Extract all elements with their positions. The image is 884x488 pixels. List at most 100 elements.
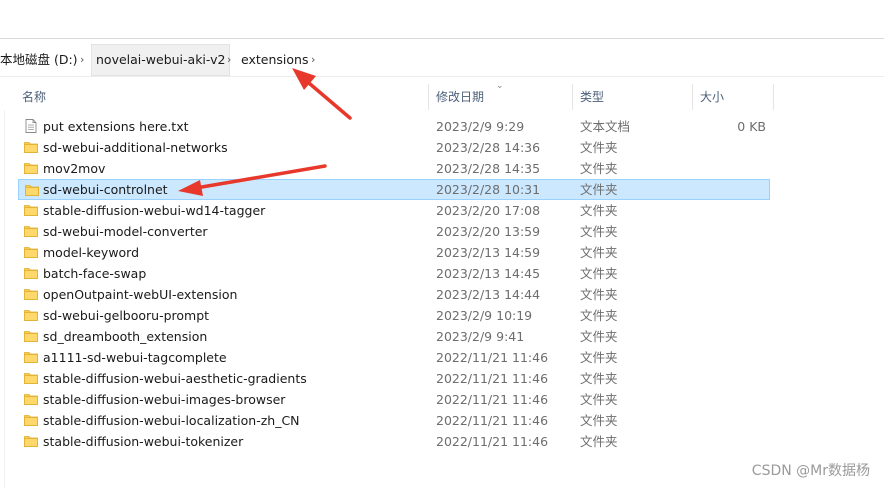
file-name[interactable]: a1111-sd-webui-tagcomplete [43,347,227,368]
window-top-border [0,38,884,39]
folder-icon [24,392,38,406]
file-modified-date: 2022/11/21 11:46 [436,434,549,449]
column-divider[interactable] [692,84,693,110]
column-header-modified[interactable]: 修改日期 [436,84,484,110]
file-modified-date: 2023/2/9 9:41 [436,329,525,344]
file-type: 文件夹 [580,308,618,323]
file-row[interactable]: stable-diffusion-webui-images-browser 202… [18,389,770,410]
file-modified-date: 2022/11/21 11:46 [436,392,549,407]
file-modified-date: 2023/2/9 9:29 [436,119,525,134]
file-size: 0 KB [737,119,766,134]
file-modified-date: 2022/11/21 11:46 [436,371,549,386]
breadcrumb-folder-novelai[interactable]: novelai-webui-aki-v2 [91,44,231,76]
file-modified-date: 2023/2/20 17:08 [436,203,541,218]
file-name[interactable]: stable-diffusion-webui-wd14-tagger [43,200,265,221]
file-name[interactable]: sd_dreambooth_extension [43,326,207,347]
file-name[interactable]: stable-diffusion-webui-localization-zh_C… [43,410,300,431]
file-type: 文件夹 [580,224,618,239]
file-row[interactable]: sd-webui-model-converter 2023/2/20 13:59 文… [18,221,770,242]
folder-icon [24,161,38,175]
folder-icon [24,140,38,154]
file-name[interactable]: mov2mov [43,158,105,179]
file-row[interactable]: sd_dreambooth_extension 2023/2/9 9:41 文件夹 [18,326,770,347]
folder-icon [24,308,38,322]
file-name[interactable]: sd-webui-gelbooru-prompt [43,305,209,326]
folder-icon [24,434,38,448]
address-bar[interactable]: 本地磁盘 (D:) › novelai-webui-aki-v2 › exten… [0,44,884,76]
file-row[interactable]: batch-face-swap 2023/2/13 14:45 文件夹 [18,263,770,284]
column-header-row: 名称 ⌄ 修改日期 类型 大小 [0,81,884,110]
breadcrumb-separator-icon[interactable]: › [80,44,84,76]
file-modified-date: 2023/2/13 14:59 [436,245,541,260]
folder-icon [25,183,39,197]
file-modified-date: 2023/2/13 14:44 [436,287,541,302]
file-type: 文件夹 [580,413,618,428]
file-name[interactable]: model-keyword [43,242,139,263]
file-row[interactable]: stable-diffusion-webui-wd14-tagger 2023/2… [18,200,770,221]
folder-icon [24,287,38,301]
file-type: 文件夹 [580,161,618,176]
sort-chevron-icon: ⌄ [496,81,504,91]
file-type: 文本文档 [580,119,631,134]
folder-icon [24,245,38,259]
file-modified-date: 2023/2/28 10:31 [436,182,541,197]
column-divider[interactable] [428,84,429,110]
column-header-name[interactable]: 名称 [22,84,46,110]
nav-pane-edge [4,110,5,488]
breadcrumb-folder-extensions[interactable]: extensions [241,44,308,76]
file-type: 文件夹 [580,140,618,155]
file-row[interactable]: stable-diffusion-webui-localization-zh_C… [18,410,770,431]
file-name[interactable]: stable-diffusion-webui-tokenizer [43,431,243,452]
address-bar-divider [0,76,884,77]
folder-icon [24,203,38,217]
file-row[interactable]: put extensions here.txt 2023/2/9 9:29 文本文档… [18,116,770,137]
file-row[interactable]: sd-webui-controlnet 2023/2/28 10:31 文件夹 [18,179,770,200]
file-name[interactable]: sd-webui-controlnet [43,179,168,200]
file-name[interactable]: sd-webui-additional-networks [43,137,228,158]
file-type: 文件夹 [580,392,618,407]
file-modified-date: 2023/2/28 14:35 [436,161,541,176]
folder-icon [24,266,38,280]
file-type: 文件夹 [580,350,618,365]
folder-icon [24,329,38,343]
file-row[interactable]: a1111-sd-webui-tagcomplete 2022/11/21 11:… [18,347,770,368]
breadcrumb-separator-icon[interactable]: › [311,44,315,76]
file-modified-date: 2023/2/9 10:19 [436,308,533,323]
breadcrumb-separator-icon[interactable]: › [227,44,231,76]
file-name[interactable]: sd-webui-model-converter [43,221,208,242]
breadcrumb-drive[interactable]: 本地磁盘 (D:) [0,44,78,76]
folder-icon [24,350,38,364]
file-name[interactable]: put extensions here.txt [43,116,189,137]
text-file-icon [24,119,38,133]
folder-icon [24,413,38,427]
column-divider[interactable] [773,84,774,110]
file-name[interactable]: stable-diffusion-webui-aesthetic-gradien… [43,368,307,389]
file-type: 文件夹 [580,266,618,281]
folder-icon [24,371,38,385]
file-type: 文件夹 [580,287,618,302]
watermark: CSDN @Mr数据杨 [751,463,870,479]
file-modified-date: 2023/2/13 14:45 [436,266,541,281]
file-name[interactable]: stable-diffusion-webui-images-browser [43,389,285,410]
file-type: 文件夹 [580,434,618,449]
file-type: 文件夹 [580,182,618,197]
column-header-type[interactable]: 类型 [580,84,604,110]
file-modified-date: 2022/11/21 11:46 [436,350,549,365]
file-row[interactable]: model-keyword 2023/2/13 14:59 文件夹 [18,242,770,263]
column-header-size[interactable]: 大小 [700,84,724,110]
file-name[interactable]: openOutpaint-webUI-extension [43,284,237,305]
file-row[interactable]: stable-diffusion-webui-tokenizer 2022/11/… [18,431,770,452]
column-divider[interactable] [572,84,573,110]
file-row[interactable]: sd-webui-additional-networks 2023/2/28 14… [18,137,770,158]
file-type: 文件夹 [580,371,618,386]
file-row[interactable]: sd-webui-gelbooru-prompt 2023/2/9 10:19 文件… [18,305,770,326]
file-type: 文件夹 [580,245,618,260]
file-row[interactable]: stable-diffusion-webui-aesthetic-gradien… [18,368,770,389]
file-modified-date: 2023/2/20 13:59 [436,224,541,239]
folder-icon [24,224,38,238]
file-name[interactable]: batch-face-swap [43,263,146,284]
file-type: 文件夹 [580,203,618,218]
file-row[interactable]: mov2mov 2023/2/28 14:35 文件夹 [18,158,770,179]
file-row[interactable]: openOutpaint-webUI-extension 2023/2/13 14… [18,284,770,305]
file-modified-date: 2023/2/28 14:36 [436,140,541,155]
